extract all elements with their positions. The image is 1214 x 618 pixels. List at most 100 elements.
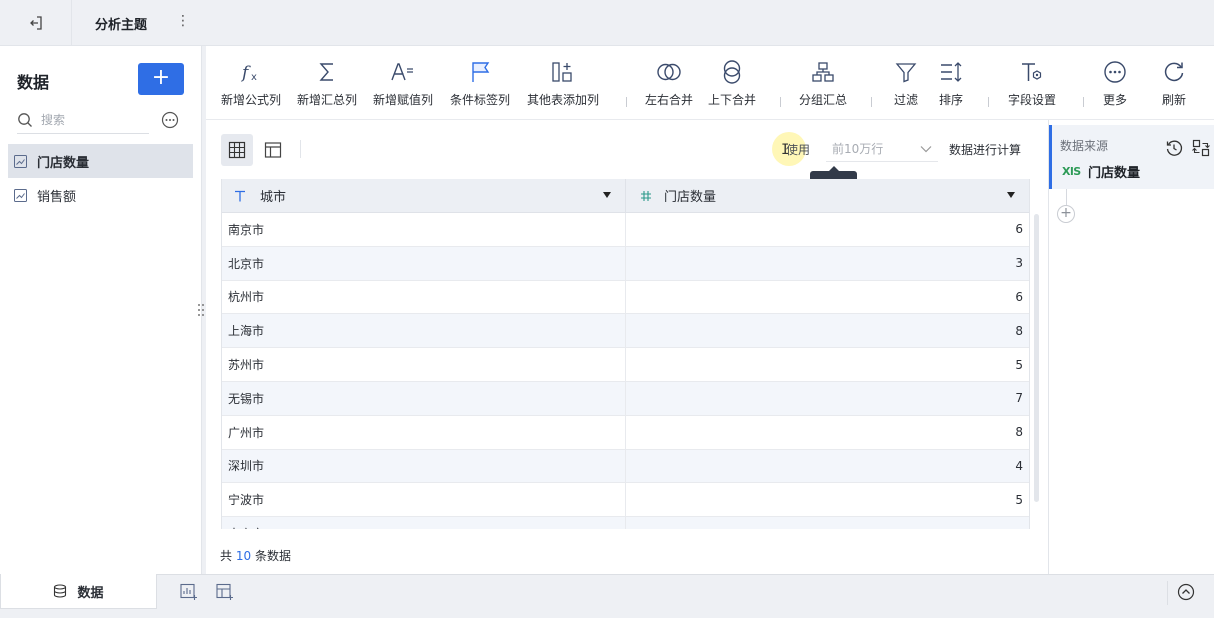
data-item-label: 门店数量 <box>37 155 90 171</box>
panel-title: 数据 <box>17 73 50 92</box>
add-component-button[interactable] <box>180 583 198 605</box>
table-grid-icon <box>228 141 246 159</box>
switch-source-button[interactable] <box>1192 139 1210 161</box>
table-row[interactable]: 苏州市 5 <box>222 348 1029 382</box>
top-bar: 分析主题 ⋮ <box>0 0 1214 46</box>
table-row[interactable]: 南京市 6 <box>222 213 1029 247</box>
city-cell: 深圳市 <box>222 449 626 483</box>
data-source-card[interactable]: 数据来源 XlS 门店数量 <box>1049 125 1214 189</box>
group-summary-button[interactable]: 分组汇总 <box>799 58 847 108</box>
assign-value-icon <box>391 63 413 81</box>
table-row[interactable]: 深圳市 4 <box>222 449 1029 484</box>
layout-icon <box>264 142 282 158</box>
exit-button[interactable] <box>0 0 72 46</box>
page-title: 分析主题 <box>95 18 148 33</box>
add-data-button[interactable]: + <box>138 63 184 95</box>
table-row[interactable]: 北京市 3 <box>222 246 1029 281</box>
data-list-panel: 数据 + 门店数量 销售额 <box>0 46 202 574</box>
add-dashboard-button[interactable] <box>216 583 234 605</box>
search-box <box>17 106 149 134</box>
filter-button[interactable]: 过滤 <box>894 58 918 108</box>
city-cell: 广州市 <box>222 415 626 449</box>
horizontal-merge-button[interactable]: 左右合并 <box>645 58 693 108</box>
table-header: 城市 门店数量 <box>222 179 1029 213</box>
row-limit-select[interactable]: 前10万行 <box>826 136 938 162</box>
table-row[interactable]: 南宁市6 <box>222 517 1029 529</box>
more-button[interactable]: 更多 <box>1103 58 1127 108</box>
connector-line <box>1066 189 1067 205</box>
toolbar-divider <box>1083 97 1084 107</box>
toolbar-divider <box>988 97 989 107</box>
caret-down-icon[interactable] <box>1007 192 1015 198</box>
city-cell: 宁波市 <box>222 483 626 517</box>
count-cell: 3 <box>1015 256 1023 271</box>
add-summary-column-button[interactable]: 新增汇总列 <box>297 58 357 108</box>
excel-file-icon: XlS <box>1062 165 1081 178</box>
column-header-store-count[interactable]: 门店数量 <box>626 179 1029 212</box>
tab-data[interactable]: 数据 <box>0 574 157 609</box>
divider <box>300 140 301 158</box>
toolbar-divider <box>871 97 872 107</box>
more-icon <box>1104 61 1126 83</box>
refresh-button[interactable]: 刷新 <box>1162 58 1186 108</box>
switch-icon <box>1192 139 1210 157</box>
database-icon <box>54 584 67 598</box>
add-assign-column-button[interactable]: 新增赋值列 <box>373 58 433 108</box>
chevron-down-icon <box>920 145 932 152</box>
add-column-icon <box>552 62 572 82</box>
city-cell: 上海市 <box>222 314 626 348</box>
data-item-sales[interactable]: 销售额 <box>8 178 193 212</box>
count-cell: 8 <box>1015 425 1023 440</box>
row-count: 10 <box>235 549 252 563</box>
exit-icon <box>29 16 42 30</box>
caret-down-icon[interactable] <box>603 192 611 198</box>
table-row[interactable]: 上海市 8 <box>222 314 1029 349</box>
vertical-merge-button[interactable]: 上下合并 <box>708 58 756 108</box>
grid-view-button[interactable] <box>221 134 253 166</box>
table-row[interactable]: 宁波市 5 <box>222 483 1029 518</box>
add-formula-column-button[interactable]: f x 新增公式列 <box>221 58 281 108</box>
table-row[interactable]: 无锡市 7 <box>222 381 1029 416</box>
more-options-button[interactable] <box>161 111 179 133</box>
condition-tag-column-button[interactable]: 条件标签列 <box>450 58 510 108</box>
bottom-tab-bar: 数据 <box>0 574 1214 618</box>
text-type-icon <box>235 190 245 201</box>
field-settings-icon <box>1022 63 1042 81</box>
history-icon <box>1166 140 1183 156</box>
add-step-button[interactable]: + <box>1057 205 1075 223</box>
number-type-icon <box>641 190 651 201</box>
add-column-from-other-table-button[interactable]: 其他表添加列 <box>527 58 599 108</box>
city-cell: 北京市 <box>222 246 626 280</box>
flag-icon <box>472 62 490 82</box>
search-icon <box>18 112 32 127</box>
toolbar-divider <box>626 97 627 107</box>
table-scrollbar[interactable] <box>1034 214 1039 502</box>
data-source-title: 数据来源 <box>1060 139 1109 153</box>
count-cell: 6 <box>626 517 1029 529</box>
count-cell: 8 <box>1015 323 1023 338</box>
group-icon <box>812 62 834 82</box>
data-preview-area: I 使用 前10万行 数据进行计算 使用 城市 门店数量 <box>206 120 1048 574</box>
filter-icon <box>895 63 917 83</box>
column-header-label: 门店数量 <box>664 190 717 205</box>
city-cell: 无锡市 <box>222 381 626 415</box>
layout-view-button[interactable] <box>257 134 289 166</box>
table-row[interactable]: 杭州市 6 <box>222 280 1029 315</box>
toolbar-divider <box>780 97 781 107</box>
sigma-icon <box>319 63 333 81</box>
add-chart-icon <box>180 583 197 600</box>
title-menu-icon[interactable]: ⋮ <box>176 13 190 29</box>
search-input[interactable] <box>41 112 131 127</box>
svg-text:x: x <box>251 72 257 83</box>
panel-resize-handle[interactable] <box>196 302 206 318</box>
sort-button[interactable]: 排序 <box>939 58 963 108</box>
row-limit-value: 前10万行 <box>832 142 884 156</box>
table-row[interactable]: 广州市 8 <box>222 415 1029 450</box>
data-item-store-count[interactable]: 门店数量 <box>8 144 193 178</box>
column-header-city[interactable]: 城市 <box>222 179 626 212</box>
data-source-name: 门店数量 <box>1088 166 1141 181</box>
drag-handle-icon <box>198 304 204 316</box>
collapse-button[interactable] <box>1177 583 1195 605</box>
field-settings-button[interactable]: 字段设置 <box>1008 58 1056 108</box>
history-button[interactable] <box>1165 139 1183 161</box>
